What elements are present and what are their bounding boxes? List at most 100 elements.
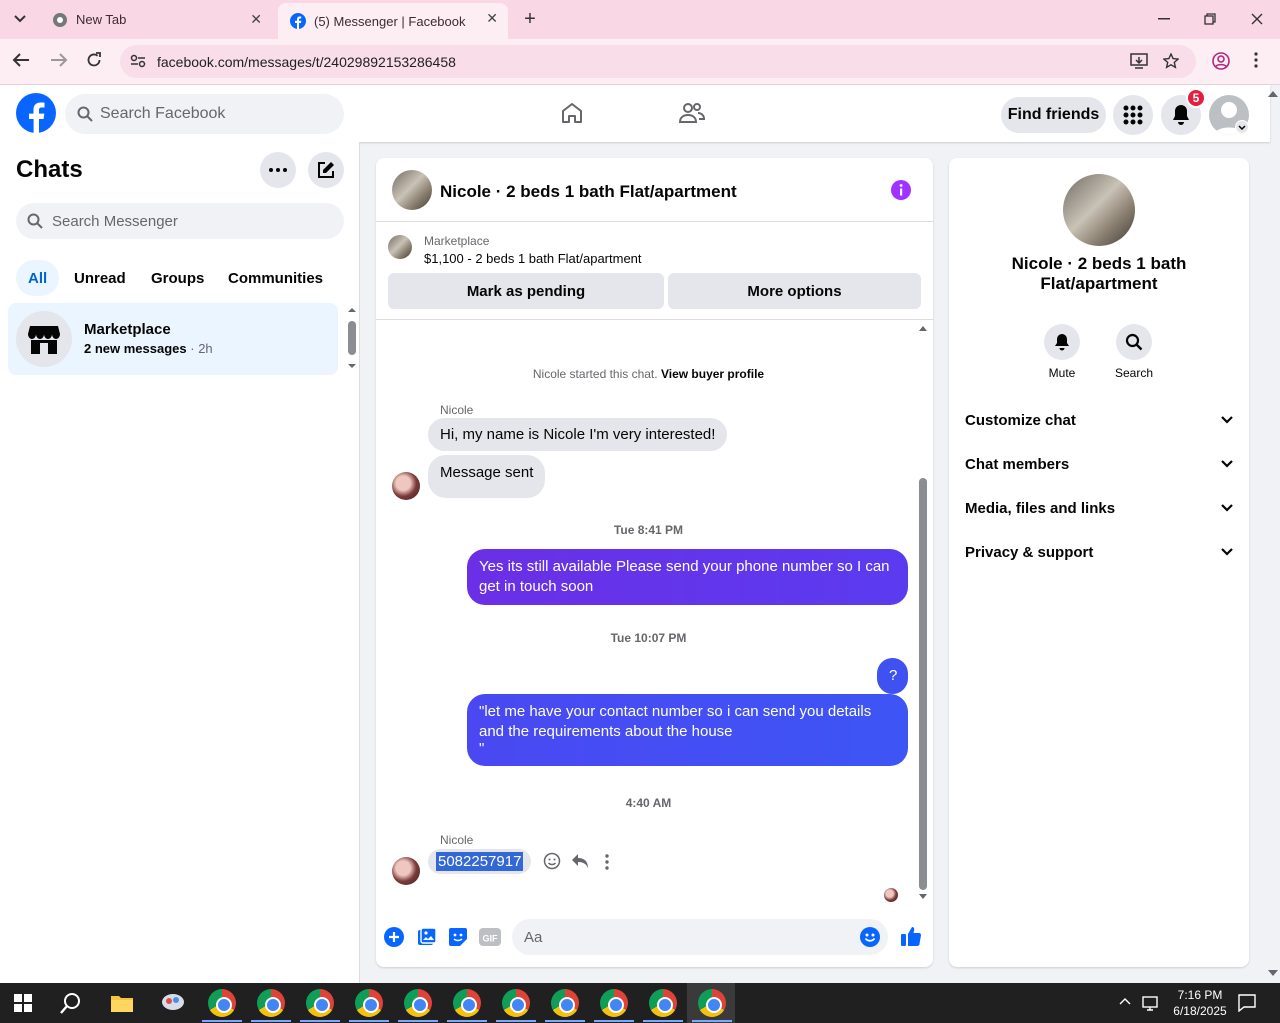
- messenger-search-input[interactable]: Search Messenger: [16, 203, 344, 239]
- tab-new-tab[interactable]: New Tab ✕: [40, 4, 272, 35]
- filter-communities[interactable]: Communities: [216, 260, 335, 296]
- outgoing-message[interactable]: ?: [877, 658, 908, 694]
- marketplace-listing-bar: Marketplace $1,100 - 2 beds 1 bath Flat/…: [376, 223, 933, 320]
- chrome-taskbar-icon-active[interactable]: [692, 989, 732, 1022]
- chrome-taskbar-icon[interactable]: [643, 989, 683, 1022]
- tab-search-button[interactable]: [8, 8, 32, 30]
- taskbar-search-button[interactable]: [60, 992, 82, 1014]
- filter-groups[interactable]: Groups: [139, 260, 216, 296]
- thread-scrollbar[interactable]: [917, 321, 929, 901]
- bookmark-star-icon[interactable]: [1163, 53, 1179, 69]
- incoming-message[interactable]: Hi, my name is Nicole I'm very intereste…: [428, 418, 728, 451]
- listing-summary[interactable]: $1,100 - 2 beds 1 bath Flat/apartment: [424, 251, 642, 266]
- page-scroll-up-icon[interactable]: [1268, 90, 1278, 98]
- conversation-title[interactable]: Nicole · 2 beds 1 bath Flat/apartment: [440, 182, 737, 202]
- start-button[interactable]: [14, 994, 32, 1012]
- incoming-message-phone[interactable]: 5082257917: [428, 849, 532, 874]
- new-tab-button[interactable]: +: [519, 8, 541, 30]
- system-clock[interactable]: 7:16 PM 6/18/2025: [1160, 987, 1240, 1019]
- selected-phone-number[interactable]: 5082257917: [436, 852, 524, 871]
- more-options-button[interactable]: More options: [668, 273, 921, 309]
- scroll-up-icon[interactable]: [919, 325, 927, 331]
- facebook-search-input[interactable]: Search Facebook: [65, 94, 344, 134]
- media-files-links-section[interactable]: Media, files and links: [965, 488, 1233, 528]
- friends-nav-button[interactable]: [679, 101, 705, 125]
- profile-button[interactable]: [1212, 52, 1230, 70]
- new-message-button[interactable]: [308, 152, 344, 188]
- facebook-logo-icon[interactable]: [16, 93, 56, 133]
- filter-all[interactable]: All: [16, 260, 60, 296]
- search-in-chat-button[interactable]: [1116, 324, 1152, 360]
- file-explorer-button[interactable]: [110, 993, 134, 1013]
- conversation-avatar[interactable]: [392, 170, 432, 210]
- conversation-info-button[interactable]: [891, 180, 911, 200]
- chats-options-button[interactable]: [260, 152, 296, 188]
- view-buyer-profile-link[interactable]: View buyer profile: [661, 367, 764, 381]
- chrome-taskbar-icon[interactable]: [202, 989, 242, 1022]
- close-tab-icon[interactable]: ✕: [486, 10, 498, 27]
- gif-button[interactable]: GIF: [479, 927, 501, 947]
- close-window-button[interactable]: [1245, 8, 1269, 30]
- mute-button[interactable]: [1044, 324, 1080, 360]
- react-button[interactable]: [543, 852, 561, 870]
- account-chevron-icon[interactable]: [1235, 120, 1249, 134]
- reply-button[interactable]: [571, 853, 589, 869]
- close-tab-icon[interactable]: ✕: [250, 11, 262, 28]
- chrome-taskbar-icon[interactable]: [496, 989, 536, 1022]
- privacy-support-section[interactable]: Privacy & support: [965, 532, 1233, 572]
- sticker-button[interactable]: [448, 927, 468, 947]
- listing-thumbnail[interactable]: [388, 235, 412, 259]
- chrome-taskbar-icon[interactable]: [398, 989, 438, 1022]
- mute-label: Mute: [1048, 366, 1076, 380]
- forward-button[interactable]: [50, 52, 68, 68]
- chrome-taskbar-icon[interactable]: [349, 989, 389, 1022]
- chrome-taskbar-icon[interactable]: [545, 989, 585, 1022]
- snipping-tool-button[interactable]: [160, 991, 186, 1015]
- nicole-avatar[interactable]: [392, 857, 420, 885]
- tray-overflow-icon[interactable]: [1119, 997, 1131, 1005]
- minimize-button[interactable]: [1152, 8, 1176, 30]
- attach-media-button[interactable]: [417, 927, 437, 947]
- outgoing-message[interactable]: "let me have your contact number so i ca…: [467, 694, 908, 766]
- reload-button[interactable]: [86, 52, 102, 68]
- notification-center-button[interactable]: [1238, 994, 1256, 1012]
- network-icon[interactable]: [1142, 995, 1160, 1011]
- chat-list-item[interactable]: Marketplace 2 new messages · 2h: [8, 303, 338, 375]
- filter-unread[interactable]: Unread: [62, 260, 138, 296]
- url-text[interactable]: facebook.com/messages/t/2402989215328645…: [157, 54, 456, 70]
- chrome-taskbar-icon[interactable]: [251, 989, 291, 1022]
- search-action[interactable]: Search: [1104, 324, 1164, 380]
- chat-members-section[interactable]: Chat members: [965, 444, 1233, 484]
- message-input[interactable]: Aa: [512, 919, 888, 955]
- mute-action[interactable]: Mute: [1032, 324, 1092, 380]
- tab-messenger[interactable]: (5) Messenger | Facebook ✕: [278, 3, 508, 39]
- chats-scrollbar[interactable]: [346, 306, 358, 372]
- emoji-icon[interactable]: [860, 927, 880, 947]
- scroll-down-icon[interactable]: [919, 894, 927, 900]
- menu-button[interactable]: [1113, 95, 1153, 135]
- chrome-taskbar-icon[interactable]: [594, 989, 634, 1022]
- install-app-icon[interactable]: [1130, 53, 1148, 69]
- more-actions-button[interactable]: [384, 927, 404, 947]
- listing-avatar[interactable]: [1063, 174, 1135, 246]
- mark-as-pending-button[interactable]: Mark as pending: [388, 273, 664, 309]
- back-button[interactable]: [12, 52, 30, 68]
- chrome-menu-button[interactable]: [1254, 52, 1258, 68]
- conversation-header: Nicole · 2 beds 1 bath Flat/apartment: [376, 158, 933, 222]
- outgoing-message[interactable]: Yes its still available Please send your…: [467, 549, 908, 605]
- chrome-taskbar-icon[interactable]: [300, 989, 340, 1022]
- home-nav-button[interactable]: [560, 101, 584, 125]
- restore-button[interactable]: [1198, 8, 1222, 30]
- incoming-message[interactable]: Message sent: [428, 455, 546, 498]
- search-label: Search: [1114, 366, 1154, 380]
- message-more-button[interactable]: [605, 854, 609, 870]
- customize-chat-section[interactable]: Customize chat: [965, 400, 1233, 440]
- chrome-taskbar-icon[interactable]: [447, 989, 487, 1022]
- site-settings-icon[interactable]: [130, 54, 146, 68]
- like-button[interactable]: [900, 925, 922, 947]
- scroll-thumb[interactable]: [919, 478, 927, 890]
- nicole-avatar[interactable]: [392, 472, 420, 500]
- address-bar[interactable]: facebook.com/messages/t/2402989215328645…: [120, 45, 1196, 78]
- find-friends-button[interactable]: Find friends: [1001, 97, 1106, 133]
- page-scroll-down-icon[interactable]: [1268, 969, 1278, 977]
